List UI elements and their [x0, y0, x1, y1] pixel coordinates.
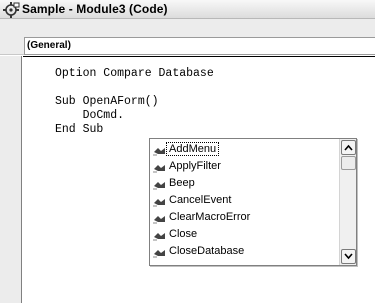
code-line: DoCmd. — [55, 109, 125, 122]
list-item-label: CancelEvent — [169, 194, 232, 206]
method-icon — [153, 212, 167, 224]
list-item-label: ApplyFilter — [169, 160, 221, 172]
list-scrollbar[interactable] — [339, 139, 356, 265]
list-item-label: Beep — [169, 177, 195, 189]
code-line: Sub OpenAForm() — [55, 95, 159, 108]
method-icon — [153, 161, 167, 173]
code-line: Option Compare Database — [55, 67, 214, 80]
scroll-down-button[interactable] — [341, 249, 356, 264]
list-item[interactable]: CloseDatabase — [150, 243, 334, 260]
list-item[interactable]: ClearMacroError — [150, 209, 334, 226]
window-title: Sample - Module3 (Code) — [22, 2, 168, 16]
margin-indicator-bar[interactable] — [0, 56, 22, 303]
list-item[interactable]: Close — [150, 226, 334, 243]
list-item-label: Close — [169, 228, 198, 240]
list-item[interactable]: CancelEvent — [150, 192, 334, 209]
title-bar[interactable]: Sample - Module3 (Code) — [0, 0, 375, 19]
object-combo[interactable]: (General) — [24, 37, 375, 55]
list-item-label: ClearMacroError — [169, 211, 251, 223]
method-icon — [153, 144, 167, 156]
list-item-label: AddMenu — [165, 142, 220, 156]
chevron-up-icon — [344, 144, 353, 151]
method-icon — [153, 229, 167, 241]
method-icon — [153, 178, 167, 190]
method-icon — [153, 195, 167, 207]
code-line: End Sub — [55, 123, 104, 136]
scroll-up-button[interactable] — [341, 140, 356, 155]
list-item[interactable]: ApplyFilter — [150, 158, 334, 175]
list-item[interactable]: Beep — [150, 175, 334, 192]
list-item-label: CloseDatabase — [169, 245, 245, 257]
vba-module-icon — [3, 1, 20, 18]
chevron-down-icon — [344, 253, 353, 260]
autocomplete-list[interactable]: AddMenu ApplyFilter Beep CancelEvent Cle… — [149, 138, 357, 266]
object-combo-value: (General) — [27, 40, 71, 51]
code-window: Sample - Module3 (Code) (General) Option… — [0, 0, 375, 303]
method-icon — [153, 246, 167, 258]
list-item[interactable]: AddMenu — [150, 141, 334, 158]
scroll-thumb[interactable] — [341, 156, 356, 170]
